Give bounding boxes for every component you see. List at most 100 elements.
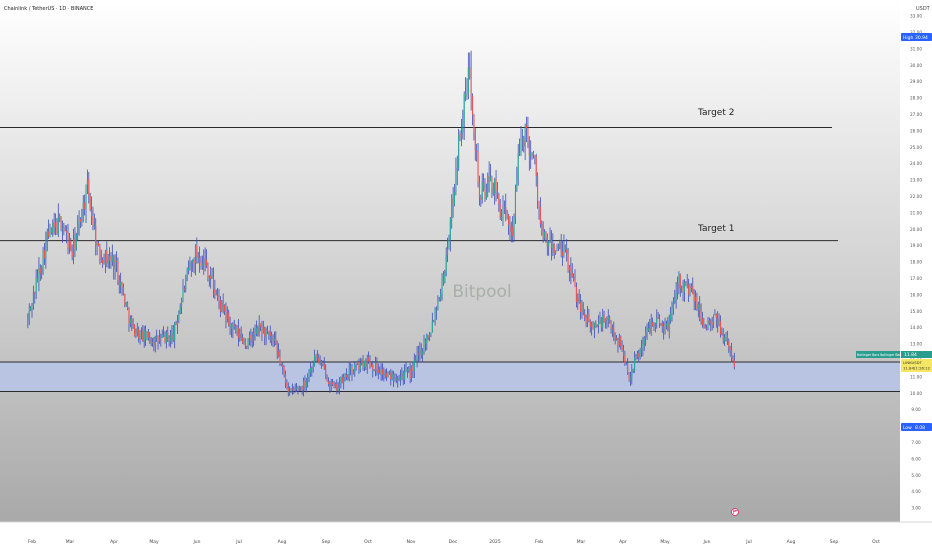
candle-body xyxy=(585,317,587,323)
candle-body xyxy=(650,322,652,333)
candle-body xyxy=(556,247,558,251)
candle-body xyxy=(706,327,708,329)
candle-body xyxy=(646,330,648,333)
candle-body xyxy=(240,334,242,338)
time-axis[interactable] xyxy=(0,522,932,550)
candle-body xyxy=(266,330,269,332)
candle-body xyxy=(451,198,453,219)
candle-body xyxy=(426,335,428,344)
candle-body xyxy=(284,374,287,383)
candle-body xyxy=(645,332,647,338)
candle-body xyxy=(283,367,285,375)
y-tick-label: 23.00 xyxy=(910,178,922,183)
candle-body xyxy=(193,259,195,264)
candle-body xyxy=(356,361,359,365)
candle-body xyxy=(121,282,123,287)
candle-body xyxy=(682,287,684,293)
candle-body xyxy=(320,361,323,363)
candle-body xyxy=(507,214,510,225)
candle-body xyxy=(228,312,230,326)
candle-body xyxy=(61,227,64,230)
currency-label: USDT xyxy=(916,6,931,12)
candle-body xyxy=(541,223,543,232)
candle-body xyxy=(618,336,620,346)
candle-body xyxy=(447,248,449,256)
candle-body xyxy=(208,276,210,278)
candle-body xyxy=(725,335,727,338)
chart-title: Chainlink / TetherUS · 1D · BINANCE xyxy=(4,6,93,12)
candle-body xyxy=(322,362,324,365)
candle-body xyxy=(196,245,198,257)
candle-body xyxy=(291,388,293,390)
candle-body xyxy=(381,369,384,375)
candle-body xyxy=(423,340,425,351)
candle-body xyxy=(131,318,133,326)
candle-body xyxy=(84,202,86,210)
candle-body xyxy=(187,267,190,271)
x-tick-label: Jun xyxy=(192,539,200,545)
candle-body xyxy=(39,268,41,274)
candle-body xyxy=(323,364,325,370)
candle-body xyxy=(494,178,496,194)
candle-body xyxy=(469,67,471,70)
candle-body xyxy=(368,357,370,362)
candle-body xyxy=(613,328,615,334)
candle-body xyxy=(693,293,695,302)
candle-body xyxy=(712,314,715,325)
candle-body xyxy=(591,323,593,327)
candle-body xyxy=(628,373,630,381)
candle-body xyxy=(214,289,216,295)
candle-body xyxy=(602,314,604,328)
candle-body xyxy=(416,353,418,361)
candle-body xyxy=(632,370,634,372)
candle-body xyxy=(649,328,651,333)
y-tick-label: 13.00 xyxy=(910,342,922,347)
candle-body xyxy=(671,308,673,314)
candle-body xyxy=(253,332,255,341)
candle-body xyxy=(248,335,251,339)
candle-body xyxy=(688,284,690,295)
candle-body xyxy=(383,374,385,376)
candle-body xyxy=(275,338,277,344)
candle-body xyxy=(236,327,238,333)
candle-body xyxy=(492,188,494,194)
candle-body xyxy=(312,366,314,369)
candle-body xyxy=(255,327,257,334)
candle-body xyxy=(582,302,584,315)
candle-body xyxy=(455,170,457,193)
candle-body xyxy=(506,212,508,215)
candle-body xyxy=(171,333,173,336)
candle-body xyxy=(221,303,223,312)
candle-body xyxy=(133,324,136,337)
candle-body xyxy=(377,369,379,374)
candle-body xyxy=(280,363,282,365)
indicator-label: Bollinger Bars Bollinger Bars Body 11.84 xyxy=(856,351,932,358)
candle-body xyxy=(729,346,731,350)
chart[interactable]: Bitpool Target 2 Target 1 Chainlink / Te… xyxy=(0,0,932,550)
candle-body xyxy=(449,218,451,240)
candle-body xyxy=(624,355,626,364)
candle-body xyxy=(675,292,677,300)
candle-body xyxy=(424,340,426,344)
flag-icon[interactable] xyxy=(731,508,739,516)
candle-body xyxy=(341,377,343,384)
candle-body xyxy=(106,250,108,264)
candle-body xyxy=(338,383,341,389)
candle-body xyxy=(374,362,377,371)
candle-body xyxy=(589,320,591,327)
candle-body xyxy=(422,350,424,355)
candle-body xyxy=(481,182,483,200)
y-tick-label: 6.00 xyxy=(911,456,921,461)
candle-body xyxy=(488,175,490,182)
candle-body xyxy=(681,287,683,289)
symbol-price-label: LINKUSDT 11.84 11:26:12 xyxy=(901,359,932,372)
candle-body xyxy=(205,259,208,267)
x-tick-label: Aug xyxy=(278,539,287,545)
candle-body xyxy=(402,374,404,380)
candle-body xyxy=(42,250,44,269)
candle-body xyxy=(466,93,468,97)
candle-body xyxy=(315,355,317,358)
candle-body xyxy=(74,239,76,250)
candle-body xyxy=(578,297,580,303)
y-tick-label: 24.00 xyxy=(910,161,922,166)
